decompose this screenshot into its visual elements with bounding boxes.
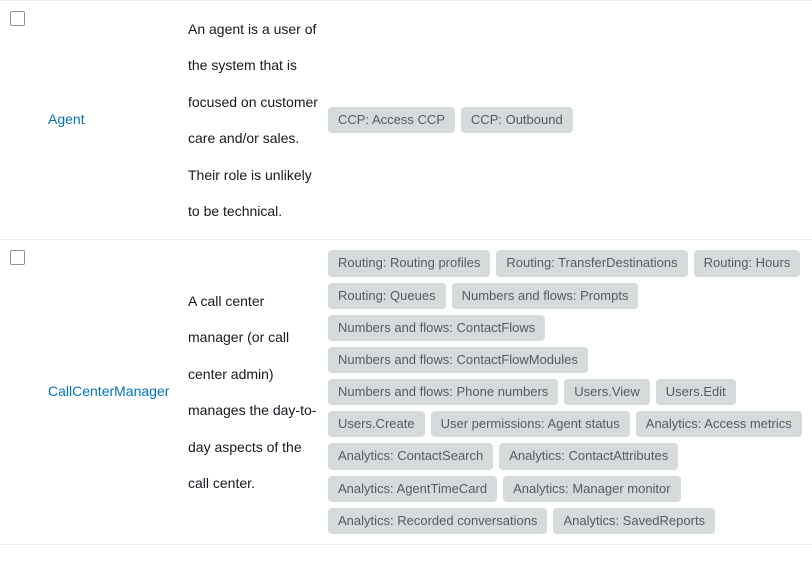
permission-badge: Users.View (564, 379, 650, 405)
description-cell: An agent is a user of the system that is… (188, 11, 328, 229)
description-cell: A call center manager (or call center ad… (188, 250, 328, 534)
permission-badge: Numbers and flows: ContactFlowModules (328, 347, 588, 373)
permission-badge: Routing: TransferDestinations (496, 250, 687, 276)
name-cell: Agent (48, 11, 188, 229)
permission-badge: Analytics: ContactAttributes (499, 443, 678, 469)
table-row: Agent An agent is a user of the system th… (0, 0, 812, 240)
name-cell: CallCenterManager (48, 250, 188, 534)
permissions-cell: Routing: Routing profilesRouting: Transf… (328, 250, 812, 534)
checkbox-cell (10, 11, 48, 32)
permission-badge: Analytics: Recorded conversations (328, 508, 547, 534)
permission-badge: Analytics: ContactSearch (328, 443, 493, 469)
row-checkbox[interactable] (10, 250, 25, 265)
table-row: CallCenterManager A call center manager (… (0, 240, 812, 545)
profile-name-link[interactable]: CallCenterManager (48, 382, 169, 402)
permission-badge: Routing: Queues (328, 283, 446, 309)
permissions-cell: CCP: Access CCPCCP: Outbound (328, 11, 812, 229)
permission-badge: Users.Edit (656, 379, 736, 405)
permission-badge: Numbers and flows: ContactFlows (328, 315, 545, 341)
permission-badge: CCP: Outbound (461, 107, 573, 133)
permission-badge: Routing: Routing profiles (328, 250, 490, 276)
permission-badge: Analytics: SavedReports (553, 508, 715, 534)
permission-badge: User permissions: Agent status (431, 411, 630, 437)
permission-badge: Users.Create (328, 411, 425, 437)
checkbox-cell (10, 250, 48, 271)
permission-badge: Analytics: Manager monitor (503, 476, 681, 502)
permission-badge: Routing: Hours (694, 250, 801, 276)
permission-badge: Analytics: Access metrics (636, 411, 802, 437)
permission-badge: Numbers and flows: Phone numbers (328, 379, 558, 405)
permission-badge: Numbers and flows: Prompts (452, 283, 639, 309)
permission-badge: Analytics: AgentTimeCard (328, 476, 497, 502)
profile-name-link[interactable]: Agent (48, 110, 85, 130)
row-checkbox[interactable] (10, 11, 25, 26)
permission-badge: CCP: Access CCP (328, 107, 455, 133)
